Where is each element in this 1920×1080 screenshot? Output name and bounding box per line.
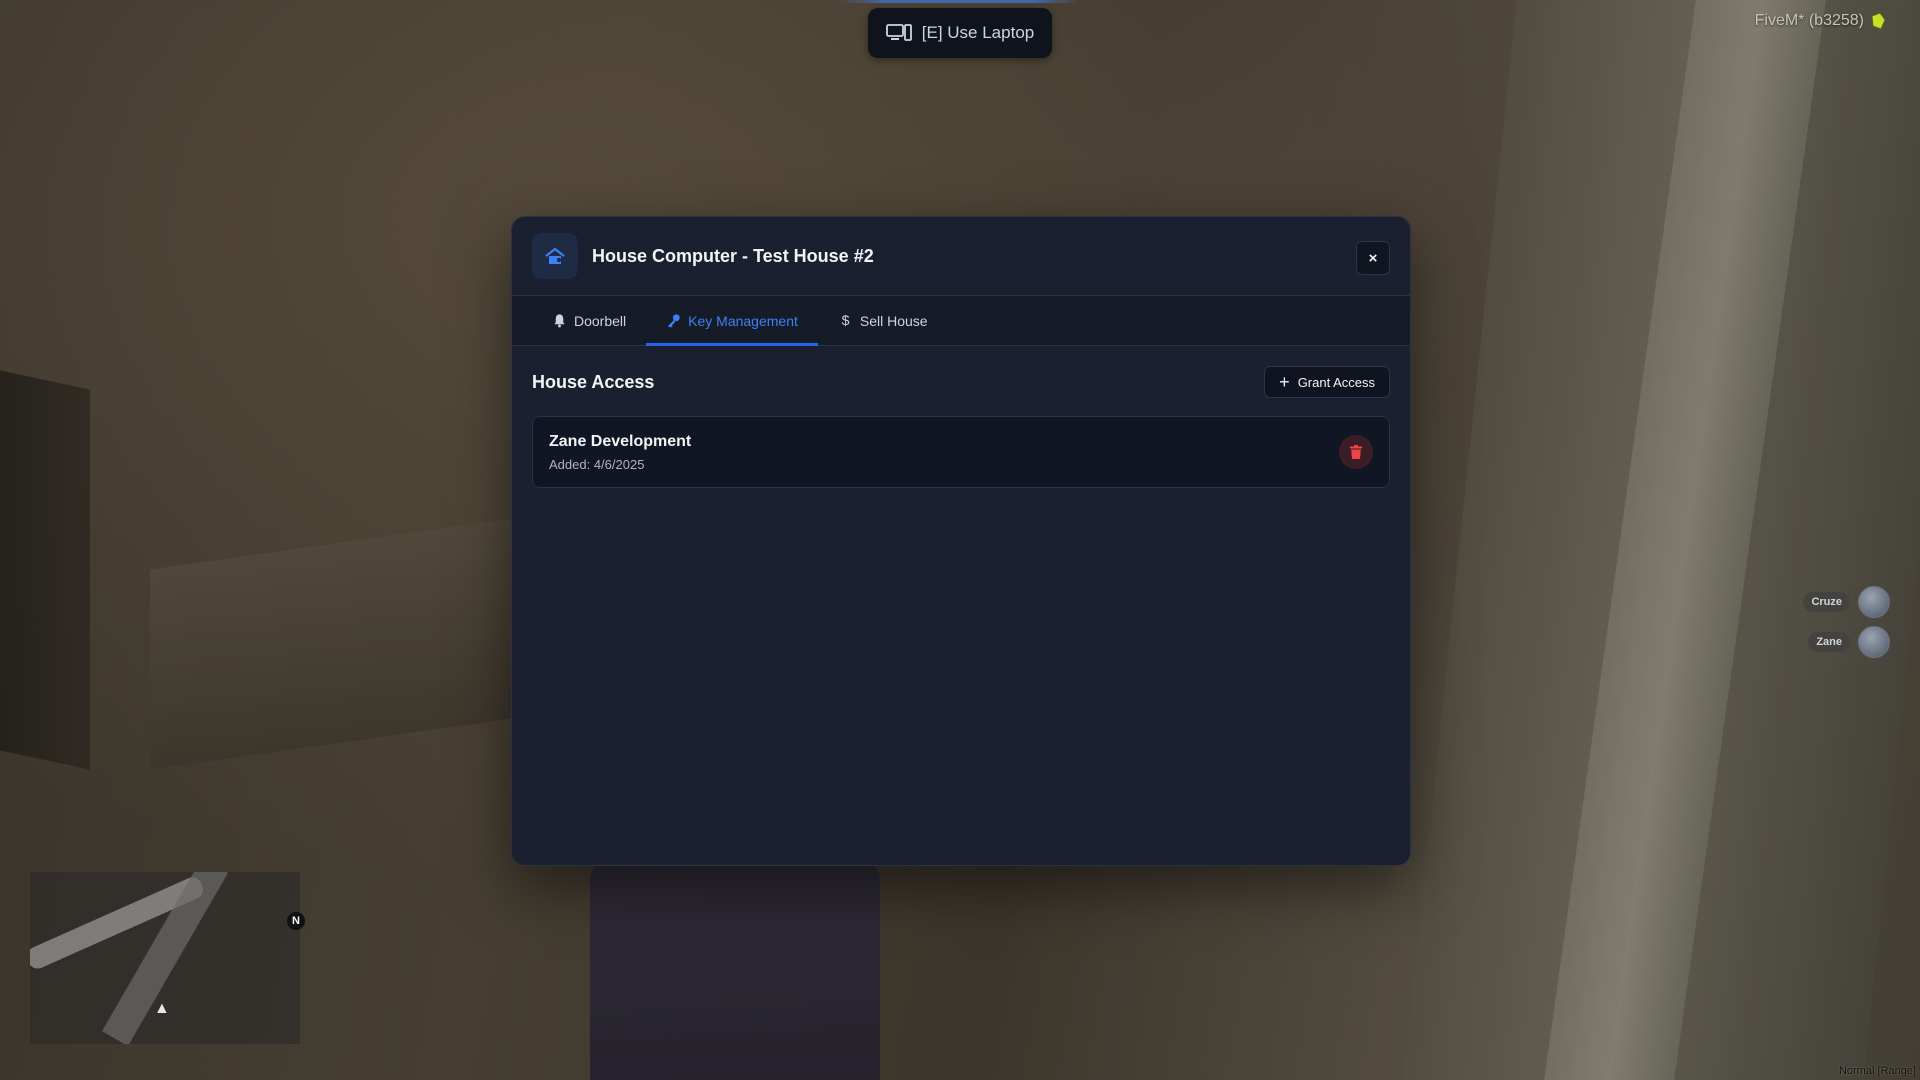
player-avatar xyxy=(1858,586,1890,618)
access-item-info: Zane Development Added: 4/6/2025 xyxy=(549,433,691,472)
prompt-label: [E] Use Laptop xyxy=(921,23,1035,42)
player-arrow-icon: ▲ xyxy=(154,1000,170,1017)
section-header: House Access + Grant Access xyxy=(532,366,1390,398)
voice-player-name: Cruze xyxy=(1803,592,1850,612)
revoke-access-button[interactable] xyxy=(1339,435,1373,469)
north-indicator: N xyxy=(287,912,305,930)
tab-doorbell[interactable]: Doorbell xyxy=(532,296,646,345)
modal-title: House Computer - Test House #2 xyxy=(592,245,874,266)
house-icon-badge xyxy=(532,233,578,279)
dollar-icon: $ xyxy=(841,313,849,328)
tab-label: Doorbell xyxy=(574,312,627,329)
player-character xyxy=(590,860,880,1080)
modal-tabs: Doorbell Key Management $ Sell House xyxy=(512,296,1410,346)
laptop-icon xyxy=(885,24,912,41)
access-list-item: Zane Development Added: 4/6/2025 xyxy=(532,416,1390,488)
voice-mode-label: Normal [Range] xyxy=(1838,1065,1916,1077)
voice-player-name: Zane xyxy=(1808,632,1850,652)
key-icon xyxy=(668,314,680,328)
tab-label: Key Management xyxy=(688,312,798,329)
access-holder-name: Zane Development xyxy=(549,432,692,450)
key-management-panel: House Access + Grant Access Zane Develop… xyxy=(512,346,1410,508)
voice-player-row: Cruze xyxy=(1803,586,1890,618)
plus-icon: + xyxy=(1279,372,1290,392)
minimap: ▲ xyxy=(30,872,300,1044)
scene-frame xyxy=(0,370,90,770)
server-build-label: FiveM* (b3258) xyxy=(1754,12,1864,29)
tab-sell-house[interactable]: $ Sell House xyxy=(818,296,948,345)
tab-key-management[interactable]: Key Management xyxy=(646,296,818,346)
server-build-tag: FiveM* (b3258) xyxy=(1755,12,1886,30)
grant-access-label: Grant Access xyxy=(1297,374,1375,390)
prompt-accent-bar xyxy=(838,0,1082,3)
house-computer-modal: House Computer - Test House #2 × Doorbel… xyxy=(511,216,1411,866)
scene-counter xyxy=(150,510,570,770)
fivem-logo-icon xyxy=(1871,12,1886,30)
grant-access-button[interactable]: + Grant Access xyxy=(1264,366,1390,398)
voice-player-row: Zane xyxy=(1808,626,1890,658)
section-title: House Access xyxy=(532,371,655,392)
player-avatar xyxy=(1858,626,1890,658)
tab-label: Sell House xyxy=(859,312,928,329)
bell-icon xyxy=(554,314,565,328)
voice-player-list: Cruze Zane xyxy=(1803,586,1890,658)
use-laptop-prompt: [E] Use Laptop xyxy=(838,0,1082,58)
access-added-date: Added: 4/6/2025 xyxy=(549,456,645,472)
modal-header: House Computer - Test House #2 × xyxy=(512,217,1410,296)
close-button[interactable]: × xyxy=(1356,241,1390,275)
trash-icon xyxy=(1350,445,1362,459)
house-key-icon xyxy=(545,247,565,264)
svg-text:$: $ xyxy=(841,313,849,328)
